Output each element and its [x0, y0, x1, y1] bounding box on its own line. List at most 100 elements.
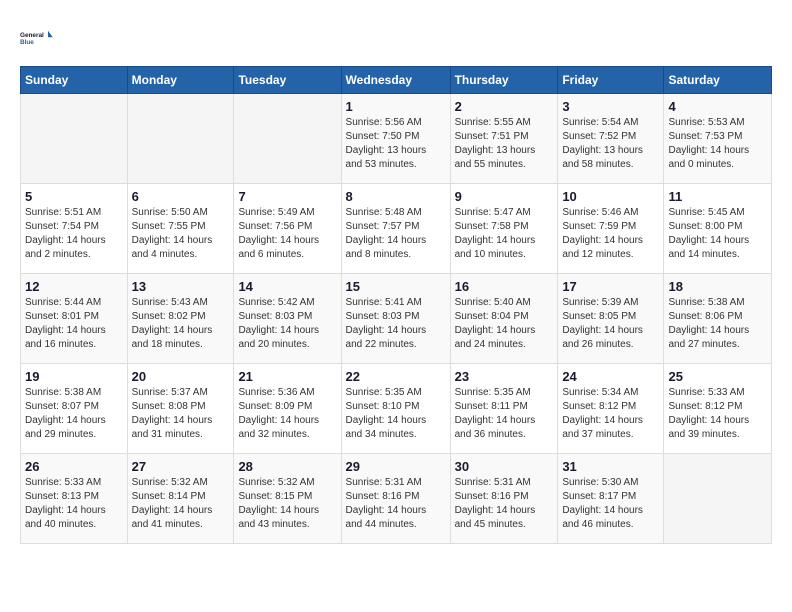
calendar-week-row: 1Sunrise: 5:56 AM Sunset: 7:50 PM Daylig…: [21, 94, 772, 184]
day-info: Sunrise: 5:38 AM Sunset: 8:07 PM Dayligh…: [25, 386, 123, 442]
day-info: Sunrise: 5:50 AM Sunset: 7:55 PM Dayligh…: [132, 206, 230, 262]
day-number: 15: [346, 279, 446, 294]
day-number: 3: [562, 99, 659, 114]
day-info: Sunrise: 5:48 AM Sunset: 7:57 PM Dayligh…: [346, 206, 446, 262]
day-info: Sunrise: 5:45 AM Sunset: 8:00 PM Dayligh…: [668, 206, 767, 262]
day-info: Sunrise: 5:46 AM Sunset: 7:59 PM Dayligh…: [562, 206, 659, 262]
day-number: 10: [562, 189, 659, 204]
svg-text:General: General: [20, 32, 44, 39]
day-info: Sunrise: 5:31 AM Sunset: 8:16 PM Dayligh…: [346, 476, 446, 532]
day-number: 6: [132, 189, 230, 204]
calendar-cell: 25Sunrise: 5:33 AM Sunset: 8:12 PM Dayli…: [664, 364, 772, 454]
calendar-cell: 7 Sunrise: 5:49 AM Sunset: 7:56 PM Daylig…: [234, 184, 341, 274]
day-info: Sunrise: 5:44 AM Sunset: 8:01 PM Dayligh…: [25, 296, 123, 352]
logo: GeneralBlue: [20, 20, 56, 56]
calendar-cell: 30 Sunrise: 5:31 AM Sunset: 8:16 PM Dayli…: [450, 454, 558, 544]
calendar-cell: 15 Sunrise: 5:41 AM Sunset: 8:03 PM Dayli…: [341, 274, 450, 364]
calendar-cell: [127, 94, 234, 184]
day-info: Sunrise: 5:34 AM Sunset: 8:12 PM Dayligh…: [562, 386, 659, 442]
day-number: 5: [25, 189, 123, 204]
calendar-week-row: 19 Sunrise: 5:38 AM Sunset: 8:07 PM Dayli…: [21, 364, 772, 454]
weekday-header-thursday: Thursday: [450, 67, 558, 94]
day-info: Sunrise: 5:35 AM Sunset: 8:10 PM Dayligh…: [346, 386, 446, 442]
calendar-cell: 27 Sunrise: 5:32 AM Sunset: 8:14 PM Dayli…: [127, 454, 234, 544]
day-info: Sunrise: 5:30 AM Sunset: 8:17 PM Dayligh…: [562, 476, 659, 532]
day-info: Sunrise: 5:53 AM Sunset: 7:53 PM Dayligh…: [668, 116, 767, 172]
day-info: Sunrise: 5:37 AM Sunset: 8:08 PM Dayligh…: [132, 386, 230, 442]
day-number: 24: [562, 369, 659, 384]
calendar-cell: 4 Sunrise: 5:53 AM Sunset: 7:53 PM Daylig…: [664, 94, 772, 184]
day-info: Sunrise: 5:47 AM Sunset: 7:58 PM Dayligh…: [455, 206, 554, 262]
day-info: Sunrise: 5:32 AM Sunset: 8:15 PM Dayligh…: [238, 476, 336, 532]
calendar-cell: 29 Sunrise: 5:31 AM Sunset: 8:16 PM Dayli…: [341, 454, 450, 544]
day-number: 27: [132, 459, 230, 474]
calendar-cell: 20 Sunrise: 5:37 AM Sunset: 8:08 PM Dayli…: [127, 364, 234, 454]
day-number: 7: [238, 189, 336, 204]
weekday-header-row: SundayMondayTuesdayWednesdayThursdayFrid…: [21, 67, 772, 94]
day-info: Sunrise: 5:32 AM Sunset: 8:14 PM Dayligh…: [132, 476, 230, 532]
calendar-cell: 6 Sunrise: 5:50 AM Sunset: 7:55 PM Daylig…: [127, 184, 234, 274]
day-info: Sunrise: 5:33 AM Sunset: 8:12 PM Dayligh…: [668, 386, 767, 442]
day-number: 23: [455, 369, 554, 384]
day-number: 16: [455, 279, 554, 294]
calendar-cell: [664, 454, 772, 544]
day-info: Sunrise: 5:41 AM Sunset: 8:03 PM Dayligh…: [346, 296, 446, 352]
calendar-cell: 13Sunrise: 5:43 AM Sunset: 8:02 PM Dayli…: [127, 274, 234, 364]
calendar-cell: 14Sunrise: 5:42 AM Sunset: 8:03 PM Dayli…: [234, 274, 341, 364]
calendar-cell: 22 Sunrise: 5:35 AM Sunset: 8:10 PM Dayli…: [341, 364, 450, 454]
svg-text:Blue: Blue: [20, 39, 34, 46]
day-number: 21: [238, 369, 336, 384]
calendar-cell: [234, 94, 341, 184]
calendar-cell: 2Sunrise: 5:55 AM Sunset: 7:51 PM Daylig…: [450, 94, 558, 184]
calendar-cell: 26Sunrise: 5:33 AM Sunset: 8:13 PM Dayli…: [21, 454, 128, 544]
day-number: 22: [346, 369, 446, 384]
day-info: Sunrise: 5:36 AM Sunset: 8:09 PM Dayligh…: [238, 386, 336, 442]
page-header: GeneralBlue: [20, 20, 772, 56]
day-info: Sunrise: 5:35 AM Sunset: 8:11 PM Dayligh…: [455, 386, 554, 442]
day-number: 17: [562, 279, 659, 294]
day-number: 4: [668, 99, 767, 114]
calendar-week-row: 26Sunrise: 5:33 AM Sunset: 8:13 PM Dayli…: [21, 454, 772, 544]
day-number: 8: [346, 189, 446, 204]
day-number: 20: [132, 369, 230, 384]
calendar-cell: 18Sunrise: 5:38 AM Sunset: 8:06 PM Dayli…: [664, 274, 772, 364]
day-info: Sunrise: 5:39 AM Sunset: 8:05 PM Dayligh…: [562, 296, 659, 352]
calendar-cell: 5 Sunrise: 5:51 AM Sunset: 7:54 PM Daylig…: [21, 184, 128, 274]
day-info: Sunrise: 5:54 AM Sunset: 7:52 PM Dayligh…: [562, 116, 659, 172]
calendar-table: SundayMondayTuesdayWednesdayThursdayFrid…: [20, 66, 772, 544]
day-number: 13: [132, 279, 230, 294]
calendar-week-row: 12 Sunrise: 5:44 AM Sunset: 8:01 PM Dayli…: [21, 274, 772, 364]
calendar-cell: 11 Sunrise: 5:45 AM Sunset: 8:00 PM Dayli…: [664, 184, 772, 274]
calendar-cell: 1Sunrise: 5:56 AM Sunset: 7:50 PM Daylig…: [341, 94, 450, 184]
day-number: 26: [25, 459, 123, 474]
calendar-cell: [21, 94, 128, 184]
calendar-cell: 12 Sunrise: 5:44 AM Sunset: 8:01 PM Dayli…: [21, 274, 128, 364]
weekday-header-friday: Friday: [558, 67, 664, 94]
weekday-header-saturday: Saturday: [664, 67, 772, 94]
calendar-cell: 16 Sunrise: 5:40 AM Sunset: 8:04 PM Dayli…: [450, 274, 558, 364]
weekday-header-tuesday: Tuesday: [234, 67, 341, 94]
calendar-cell: 10 Sunrise: 5:46 AM Sunset: 7:59 PM Dayli…: [558, 184, 664, 274]
day-number: 19: [25, 369, 123, 384]
day-number: 11: [668, 189, 767, 204]
day-info: Sunrise: 5:51 AM Sunset: 7:54 PM Dayligh…: [25, 206, 123, 262]
day-number: 9: [455, 189, 554, 204]
day-info: Sunrise: 5:40 AM Sunset: 8:04 PM Dayligh…: [455, 296, 554, 352]
day-info: Sunrise: 5:42 AM Sunset: 8:03 PM Dayligh…: [238, 296, 336, 352]
calendar-cell: 31Sunrise: 5:30 AM Sunset: 8:17 PM Dayli…: [558, 454, 664, 544]
day-info: Sunrise: 5:31 AM Sunset: 8:16 PM Dayligh…: [455, 476, 554, 532]
calendar-cell: 8 Sunrise: 5:48 AM Sunset: 7:57 PM Daylig…: [341, 184, 450, 274]
day-number: 30: [455, 459, 554, 474]
calendar-cell: 24 Sunrise: 5:34 AM Sunset: 8:12 PM Dayli…: [558, 364, 664, 454]
day-info: Sunrise: 5:49 AM Sunset: 7:56 PM Dayligh…: [238, 206, 336, 262]
day-number: 29: [346, 459, 446, 474]
calendar-week-row: 5 Sunrise: 5:51 AM Sunset: 7:54 PM Daylig…: [21, 184, 772, 274]
calendar-cell: 21 Sunrise: 5:36 AM Sunset: 8:09 PM Dayli…: [234, 364, 341, 454]
calendar-cell: 17 Sunrise: 5:39 AM Sunset: 8:05 PM Dayli…: [558, 274, 664, 364]
day-number: 28: [238, 459, 336, 474]
calendar-cell: 28 Sunrise: 5:32 AM Sunset: 8:15 PM Dayli…: [234, 454, 341, 544]
day-number: 12: [25, 279, 123, 294]
weekday-header-sunday: Sunday: [21, 67, 128, 94]
calendar-cell: 23 Sunrise: 5:35 AM Sunset: 8:11 PM Dayli…: [450, 364, 558, 454]
calendar-cell: 9 Sunrise: 5:47 AM Sunset: 7:58 PM Daylig…: [450, 184, 558, 274]
